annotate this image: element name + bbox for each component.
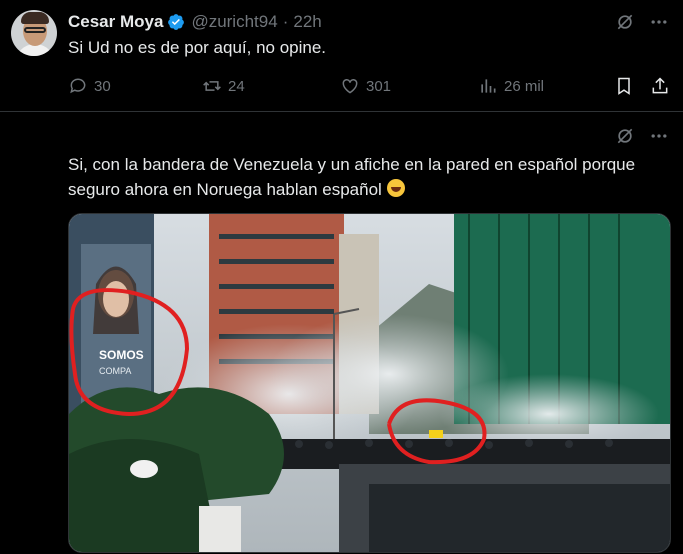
grok-icon[interactable] xyxy=(615,126,635,146)
like-count: 301 xyxy=(366,77,392,95)
quoted-post-text: Si, con la bandera de Venezuela y un afi… xyxy=(68,152,668,202)
quoted-post-top-actions xyxy=(615,126,669,146)
bookmark-button[interactable] xyxy=(614,76,634,96)
avatar-glasses xyxy=(24,27,46,33)
quoted-post[interactable]: Si, con la bandera de Venezuela y un afi… xyxy=(0,112,683,554)
retweet-icon xyxy=(203,81,221,91)
quoted-post-body: Si, con la bandera de Venezuela y un afi… xyxy=(68,155,636,199)
separator-dot: · xyxy=(282,12,289,31)
rolling-laughing-emoji-icon xyxy=(386,179,405,197)
share-icon xyxy=(652,77,668,94)
grok-icon[interactable] xyxy=(615,12,635,32)
reply-button[interactable]: 30 xyxy=(68,76,111,96)
protest-scene-image: SOMOS COMPA xyxy=(69,214,670,552)
verified-badge-icon[interactable] xyxy=(167,13,185,31)
tweet-text: Si Ud no es de por aquí, no opine. xyxy=(68,38,327,57)
more-icon[interactable] xyxy=(649,126,669,146)
views-button[interactable]: 26 mil xyxy=(478,76,544,96)
reply-icon xyxy=(70,78,86,94)
billboard-text-line1: SOMOS xyxy=(99,348,144,362)
more-icon[interactable] xyxy=(649,12,669,32)
tweet[interactable]: Cesar Moya @zuricht94 · 22h Si Ud no es … xyxy=(0,0,683,112)
bookmark-icon xyxy=(618,77,630,95)
billboard-text-line2: COMPA xyxy=(99,366,131,376)
tweet-header: Cesar Moya @zuricht94 · 22h xyxy=(68,12,322,32)
post-image[interactable]: SOMOS COMPA xyxy=(68,213,671,553)
tweet-top-actions xyxy=(615,12,669,32)
share-button[interactable] xyxy=(650,76,670,96)
avatar[interactable] xyxy=(11,10,57,56)
like-icon xyxy=(342,78,358,94)
timestamp[interactable]: 22h xyxy=(293,12,321,32)
retweet-button[interactable]: 24 xyxy=(202,76,245,96)
author-name[interactable]: Cesar Moya xyxy=(68,12,163,32)
tweet-actions: 30 24 301 26 mil xyxy=(68,76,673,98)
avatar-hair xyxy=(21,12,49,24)
author-handle[interactable]: @zuricht94 xyxy=(191,12,277,32)
views-icon xyxy=(481,79,496,93)
reply-count: 30 xyxy=(94,77,111,95)
like-button[interactable]: 301 xyxy=(340,76,391,96)
retweet-count: 24 xyxy=(228,77,245,95)
views-count: 26 mil xyxy=(504,77,545,95)
